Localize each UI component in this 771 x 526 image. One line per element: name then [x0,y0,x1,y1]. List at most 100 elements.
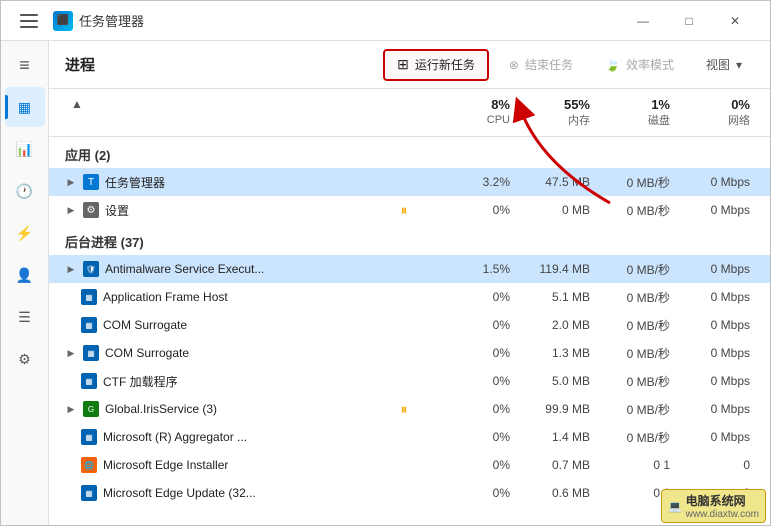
hamburger-menu[interactable] [13,5,45,37]
process-label: 设置 [105,202,129,219]
task-manager-icon: ⬛ [53,11,73,31]
memory-cell: 2.0 MB [514,318,594,332]
expand-icon[interactable]: ▶ [65,204,77,216]
process-icon: ▦ [83,345,99,361]
table-row[interactable]: ▶ ⚙ 设置 ⏸ 0% 0 MB 0 MB/秒 0 Mbps [49,196,770,224]
history-icon: 🕐 [16,183,33,200]
table-row[interactable]: ▦ Application Frame Host 0% 5.1 MB 0 MB/… [49,283,770,311]
network-cell: 0 Mbps [674,346,754,360]
process-icon: ⚙ [83,202,99,218]
efficiency-mode-button[interactable]: 🍃 效率模式 [593,49,686,81]
expand-icon[interactable]: ▶ [65,263,77,275]
maximize-button[interactable]: □ [666,1,712,41]
process-name-cell: ▦ Microsoft Edge Update (32... [65,485,374,501]
expand-icon[interactable]: ▶ [65,176,77,188]
memory-cell: 1.3 MB [514,346,594,360]
new-task-label: 运行新任务 [415,56,475,73]
minimize-button[interactable]: — [620,1,666,41]
process-name-cell: ▶ G Global.IrisService (3) [65,401,374,417]
performance-icon: 📊 [16,141,33,158]
efficiency-icon: 🍃 [605,58,620,72]
table-row[interactable]: 🌐 Microsoft Edge Installer 0% 0.7 MB 0 1… [49,451,770,479]
process-name-cell: 🌐 Microsoft Edge Installer [65,457,374,473]
process-label: Microsoft (R) Aggregator ... [103,430,247,444]
col-header-cpu[interactable]: 8%CPU [434,93,514,132]
network-cell: 0 [674,486,754,500]
table-row[interactable]: ▶ ▦ COM Surrogate 0% 1.3 MB 0 MB/秒 0 Mbp… [49,339,770,367]
process-icon: ▦ [81,373,97,389]
process-label: Antimalware Service Execut... [105,262,264,276]
disk-cell: 0 MB/秒 [594,261,674,278]
table-row[interactable]: ▦ Microsoft (R) Aggregator ... 0% 1.4 MB… [49,423,770,451]
process-label: Application Frame Host [103,290,228,304]
disk-cell: 0 MB/秒 [594,401,674,418]
table-row[interactable]: ▶ G Global.IrisService (3) ⏸ 0% 99.9 MB … [49,395,770,423]
disk-cell: 0 MB/秒 [594,317,674,334]
process-label: COM Surrogate [105,346,189,360]
process-name-cell: ▦ CTF 加载程序 [65,373,374,390]
process-label: Global.IrisService (3) [105,402,217,416]
end-task-button[interactable]: ⊗ 结束任务 [497,49,585,81]
sidebar-item-processes[interactable]: ▦ [5,87,45,127]
title-bar: ⬛ 任务管理器 — □ ✕ [1,1,770,41]
new-task-button[interactable]: ⊞ 运行新任务 [383,49,489,81]
processes-icon: ▦ [18,99,31,116]
network-cell: 0 Mbps [674,290,754,304]
main-window: ⬛ 任务管理器 — □ ✕ ≡ ▦ 📊 🕐 ⚡ [0,0,771,526]
network-cell: 0 Mbps [674,175,754,189]
col-header-network[interactable]: 0%网络 [674,93,754,132]
table-row[interactable]: ▦ Microsoft Edge Update (32... 0% 0.6 MB… [49,479,770,507]
process-label: COM Surrogate [103,318,187,332]
memory-cell: 119.4 MB [514,262,594,276]
memory-cell: 99.9 MB [514,402,594,416]
col-header-memory[interactable]: 55%内存 [514,93,594,132]
network-cell: 0 [674,458,754,472]
page-title: 进程 [65,54,375,75]
sidebar-item-users[interactable]: 👤 [5,255,45,295]
expand-icon[interactable]: ▶ [65,347,77,359]
table-header: ▲ 8%CPU 55%内存 1%磁盘 0%网络 [49,89,770,137]
table-row[interactable]: ▶ 🛡 Antimalware Service Execut... 1.5% 1… [49,255,770,283]
window-title: 任务管理器 [79,11,144,30]
network-cell: 0 Mbps [674,374,754,388]
memory-cell: 0.7 MB [514,458,594,472]
process-name-cell: ▦ Microsoft (R) Aggregator ... [65,429,374,445]
col-header-name[interactable]: ▲ [65,93,374,132]
sidebar-item-history[interactable]: 🕐 [5,171,45,211]
efficiency-label: 效率模式 [626,56,674,73]
sidebar-item-details[interactable]: ☰ [5,297,45,337]
disk-cell: 0 1 [594,486,674,500]
pause-icon: ⏸ [396,401,412,417]
close-button[interactable]: ✕ [712,1,758,41]
process-name-cell: ▶ T 任务管理器 [65,174,374,191]
cpu-cell: 0% [434,318,514,332]
disk-cell: 0 1 [594,458,674,472]
network-cell: 0 Mbps [674,318,754,332]
table-row[interactable]: ▦ CTF 加载程序 0% 5.0 MB 0 MB/秒 0 Mbps [49,367,770,395]
process-name-cell: ▶ ▦ COM Surrogate [65,345,374,361]
process-icon: ▦ [81,289,97,305]
cpu-cell: 0% [434,458,514,472]
menu-icon: ≡ [19,55,30,76]
cpu-cell: 0% [434,346,514,360]
sidebar-item-performance[interactable]: 📊 [5,129,45,169]
process-icon: 🌐 [81,457,97,473]
table-row[interactable]: ▦ COM Surrogate 0% 2.0 MB 0 MB/秒 0 Mbps [49,311,770,339]
process-icon: G [83,401,99,417]
sidebar-item-menu[interactable]: ≡ [5,45,45,85]
startup-icon: ⚡ [16,225,33,242]
network-cell: 0 Mbps [674,402,754,416]
process-name-cell: ▶ 🛡 Antimalware Service Execut... [65,261,374,277]
sidebar-item-startup[interactable]: ⚡ [5,213,45,253]
col-header-disk[interactable]: 1%磁盘 [594,93,674,132]
network-cell: 0 Mbps [674,430,754,444]
toolbar: 进程 ⊞ 运行新任务 ⊗ 结束任务 🍃 效率模式 视图 [49,41,770,89]
table-row[interactable]: ▶ T 任务管理器 3.2% 47.5 MB 0 MB/秒 0 Mbps [49,168,770,196]
expand-icon[interactable]: ▶ [65,403,77,415]
status-cell: ⏸ [374,401,434,417]
view-button[interactable]: 视图 ▾ [694,49,754,81]
sidebar-item-services[interactable]: ⚙ [5,339,45,379]
new-task-icon: ⊞ [397,56,409,73]
disk-cell: 0 MB/秒 [594,373,674,390]
process-table[interactable]: ▲ 8%CPU 55%内存 1%磁盘 0%网络 应用 (2) ▶ [49,89,770,525]
